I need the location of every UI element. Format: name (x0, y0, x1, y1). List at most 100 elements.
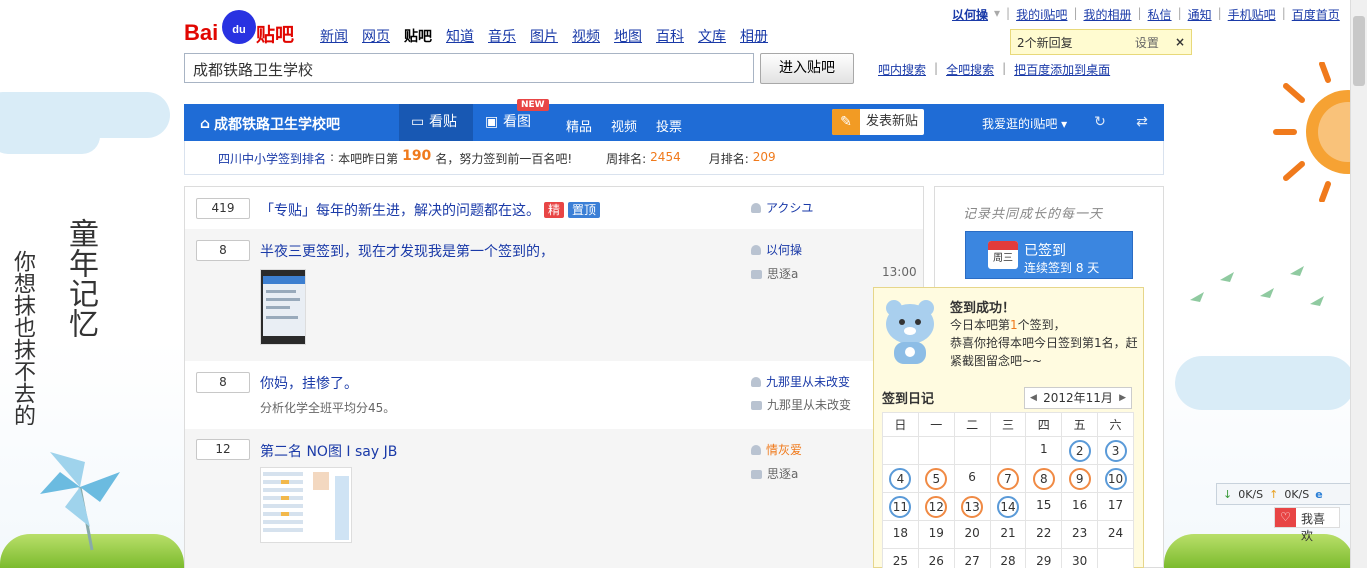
tab-vote[interactable]: 投票 (656, 116, 682, 135)
enter-tieba-button[interactable]: 进入贴吧 (760, 53, 854, 84)
thread-image[interactable] (260, 467, 352, 543)
nav-images[interactable]: 图片 (530, 26, 558, 46)
nav-news[interactable]: 新闻 (320, 26, 348, 46)
new-post-button[interactable]: ✎ 发表新贴 (832, 109, 924, 135)
thread-author[interactable]: 以何操 (751, 241, 802, 258)
calendar-week: 4 5 6 7 8 9 10 (882, 464, 1134, 493)
calendar-day[interactable]: 18 (882, 520, 919, 549)
forum-home-link[interactable]: ⌂ 成都铁路卫生学校吧 (200, 114, 340, 134)
calendar-day[interactable]: 27 (953, 548, 991, 568)
username-menu[interactable]: 以何操 (952, 6, 988, 23)
in-bar-search-link[interactable]: 吧内搜索 (878, 61, 926, 78)
reply-icon (751, 470, 762, 479)
bear-mascot-icon (880, 296, 940, 368)
cloud-left-2 (0, 118, 100, 154)
add-to-desktop-link[interactable]: 把百度添加到桌面 (1014, 61, 1110, 78)
signed-in-button[interactable]: 周三 已签到 连续签到 8 天 (965, 231, 1133, 279)
calendar-day[interactable]: 4 (882, 464, 919, 493)
separator: | (934, 61, 939, 75)
calendar-day[interactable]: 17 (1097, 492, 1134, 521)
new-badge: NEW (517, 99, 549, 111)
calendar-day[interactable]: 6 (953, 464, 991, 493)
calendar-day[interactable]: 3 (1097, 436, 1134, 465)
calendar-day[interactable]: 21 (989, 520, 1027, 549)
calendar-day[interactable]: 14 (989, 492, 1027, 521)
calendar-day[interactable]: 15 (1025, 492, 1063, 521)
month-selector: ◀ 2012年11月 ▶ (1024, 387, 1132, 409)
thread-image[interactable] (260, 269, 306, 345)
notice-settings-link[interactable]: 设置 (1135, 34, 1159, 51)
calendar-day[interactable]: 13 (953, 492, 991, 521)
scrollbar-thumb[interactable] (1353, 16, 1365, 86)
messages-link[interactable]: 私信 (1148, 6, 1172, 23)
calendar-day[interactable]: 5 (917, 464, 955, 493)
calendar-day[interactable]: 2 (1061, 436, 1099, 465)
calendar-day[interactable]: 1 (1025, 436, 1063, 465)
page-scrollbar[interactable] (1350, 0, 1367, 568)
calendar-day[interactable]: 7 (989, 464, 1027, 493)
search-input[interactable]: 成都铁路卫生学校 (184, 53, 754, 83)
day-number: 6 (968, 469, 976, 484)
switch-icon[interactable]: ⇄ (1132, 112, 1152, 132)
calendar-icon: 周三 (988, 241, 1018, 269)
last-replier[interactable]: 九那里从未改变 (751, 396, 851, 413)
calendar-day[interactable]: 24 (1097, 520, 1134, 549)
calendar-day[interactable]: 9 (1061, 464, 1099, 493)
sign-success-popup: 签到成功！ 今日本吧第1个签到， 恭喜你抢得本吧今日签到第1名，赶紧截图留念吧~… (873, 287, 1144, 568)
my-itieba-link[interactable]: 我的i贴吧 (1016, 6, 1067, 23)
baidu-home-link[interactable]: 百度首页 (1292, 6, 1340, 23)
thread-author[interactable]: 九那里从未改变 (751, 373, 850, 390)
nav-web[interactable]: 网页 (362, 26, 390, 46)
last-replier[interactable]: 思逐a (751, 465, 798, 482)
nav-music[interactable]: 音乐 (488, 26, 516, 46)
calendar-week: 25 26 27 28 29 30 (882, 548, 1134, 568)
nav-album[interactable]: 相册 (740, 26, 768, 46)
last-replier[interactable]: 思逐a (751, 265, 798, 282)
tab-video[interactable]: 视频 (611, 116, 637, 135)
calendar-day[interactable]: 8 (1025, 464, 1063, 493)
calendar-day[interactable]: 16 (1061, 492, 1099, 521)
prev-month-icon[interactable]: ◀ (1030, 388, 1037, 408)
nav-map[interactable]: 地图 (614, 26, 642, 46)
my-album-link[interactable]: 我的相册 (1083, 6, 1131, 23)
nav-tieba[interactable]: 贴吧 (404, 26, 432, 46)
notifications-link[interactable]: 通知 (1188, 6, 1212, 23)
next-month-icon[interactable]: ▶ (1119, 388, 1126, 408)
calendar-day[interactable]: 28 (989, 548, 1027, 568)
nav-wenku[interactable]: 文库 (698, 26, 726, 46)
tab-featured[interactable]: 精品 (566, 116, 592, 135)
thread-title-link[interactable]: 第二名 NO图 I say JB (260, 441, 397, 461)
mobile-tieba-link[interactable]: 手机贴吧 (1228, 6, 1276, 23)
calendar-day[interactable]: 30 (1061, 548, 1099, 568)
calendar-day[interactable]: 25 (882, 548, 919, 568)
rank-label[interactable]: 四川中小学签到排名 (218, 150, 326, 174)
thread-title-link[interactable]: 「专贴」每年的新生进，解决的问题都在这。 (260, 203, 540, 219)
calendar-day[interactable]: 12 (917, 492, 955, 521)
tab-images-label: 看图 (503, 114, 531, 130)
calendar-day[interactable]: 26 (917, 548, 955, 568)
calendar-day[interactable]: 11 (882, 492, 919, 521)
day-number: 28 (1000, 553, 1016, 568)
all-bar-search-link[interactable]: 全吧搜索 (946, 61, 994, 78)
calendar-day[interactable]: 19 (917, 520, 955, 549)
thread-author[interactable]: 情灰爱 (751, 441, 802, 458)
thread-title-link[interactable]: 半夜三更签到，现在才发现我是第一个签到的， (260, 241, 554, 261)
tab-posts[interactable]: ▭ 看贴 (399, 104, 473, 141)
calendar-day[interactable]: 23 (1061, 520, 1099, 549)
close-icon[interactable]: × (1175, 35, 1185, 49)
baidu-tieba-logo[interactable]: Bai du 贴吧 (184, 6, 304, 46)
nav-zhidao[interactable]: 知道 (446, 26, 474, 46)
nav-video[interactable]: 视频 (572, 26, 600, 46)
calendar-day[interactable]: 22 (1025, 520, 1063, 549)
like-button[interactable]: ♡ 我喜欢 (1274, 507, 1340, 543)
signed-day-marker: 12 (925, 495, 948, 518)
calendar-day[interactable]: 20 (953, 520, 991, 549)
new-reply-text[interactable]: 2个新回复 (1017, 34, 1073, 51)
calendar-day[interactable]: 10 (1097, 464, 1134, 493)
thread-author[interactable]: アクシユ (751, 199, 813, 216)
refresh-icon[interactable]: ↻ (1090, 112, 1110, 132)
fav-bars-menu[interactable]: 我爱逛的i贴吧 ▾ (982, 115, 1067, 132)
thread-title-link[interactable]: 你妈，挂惨了。 (260, 373, 358, 393)
calendar-day[interactable]: 29 (1025, 548, 1063, 568)
nav-baike[interactable]: 百科 (656, 26, 684, 46)
